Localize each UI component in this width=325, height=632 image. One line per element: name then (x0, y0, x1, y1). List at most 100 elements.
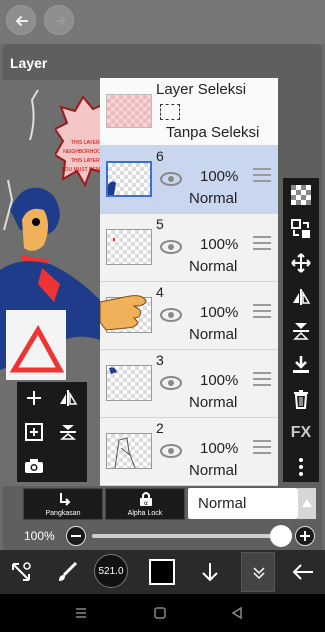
undo-button[interactable] (6, 5, 36, 35)
merge-down-icon (293, 356, 309, 373)
visibility-eye-icon[interactable] (160, 308, 182, 322)
system-navigation-bar (0, 594, 325, 632)
home-icon[interactable] (153, 606, 167, 620)
layer-row-3[interactable]: 3 100% Normal (100, 350, 278, 418)
pointing-hand-graphic (100, 295, 147, 331)
flip-vertical-button[interactable] (283, 314, 319, 348)
duplicate-layer-button[interactable] (17, 416, 51, 448)
flip-horizontal-icon (60, 390, 78, 406)
visibility-eye-icon[interactable] (160, 240, 182, 254)
brush-tool-button[interactable] (52, 556, 82, 588)
alpha-lock-label: Alpha Lock (127, 510, 163, 517)
drag-handle-icon[interactable] (253, 372, 271, 388)
triangle-up-icon (302, 499, 312, 507)
selection-layer-thumbnail (106, 94, 152, 128)
layer-number: 4 (156, 284, 164, 300)
checkerboard-icon (291, 185, 311, 205)
recent-apps-icon[interactable] (74, 606, 88, 620)
flip-layer-button[interactable] (51, 382, 85, 414)
add-layer-button[interactable] (17, 382, 51, 414)
nav-back-icon[interactable] (230, 606, 244, 620)
visibility-eye-icon[interactable] (160, 172, 182, 186)
lock-icon: α (140, 492, 152, 507)
drag-handle-icon[interactable] (253, 304, 271, 320)
opacity-slider-track[interactable] (92, 534, 282, 538)
trash-icon (294, 390, 308, 409)
arrow-down-icon (202, 563, 218, 582)
redo-icon (54, 16, 66, 26)
transfer-icon (291, 219, 310, 238)
flip-vertical-layer-button[interactable] (51, 416, 85, 448)
clipping-label: Pangkasan (45, 510, 81, 517)
layer-opacity: 100% (200, 440, 239, 457)
layer-blend-mode: Normal (189, 462, 238, 479)
flip-horizontal-button[interactable] (283, 280, 319, 314)
blend-mode-value: Normal (198, 495, 247, 512)
opacity-decrease-button[interactable] (66, 526, 86, 546)
clipping-icon (60, 493, 71, 506)
layer-row-6[interactable]: 6 100% Normal (100, 146, 278, 214)
layer-number: 6 (156, 148, 164, 164)
delete-layer-button[interactable] (283, 382, 319, 416)
layer-blend-mode: Normal (189, 258, 238, 275)
layer-row-5[interactable]: 5 100% Normal (100, 214, 278, 282)
panel-title: Layer (10, 55, 48, 71)
collapse-panel-button[interactable] (241, 552, 275, 592)
camera-layer-button[interactable] (17, 450, 51, 482)
drag-handle-icon[interactable] (253, 440, 271, 456)
fx-button[interactable]: FX (283, 416, 319, 450)
add-copy-icon (25, 423, 43, 441)
undo-icon (16, 16, 28, 26)
alpha-lock-button[interactable]: α Alpha Lock (105, 488, 185, 520)
transform-tool-button[interactable] (6, 556, 36, 588)
layer-thumbnail (106, 365, 152, 401)
layer-thumbnail (106, 161, 152, 197)
back-button[interactable] (288, 556, 318, 588)
drag-handle-icon[interactable] (253, 236, 271, 252)
layer-opacity: 100% (200, 168, 239, 185)
clipping-button[interactable]: Pangkasan (23, 488, 103, 520)
selection-layer-title: Layer Seleksi (156, 81, 247, 98)
layer-number: 3 (156, 352, 164, 368)
camera-icon (25, 459, 43, 473)
blend-mode-dropdown-button[interactable] (298, 488, 316, 519)
transform-icon (12, 562, 31, 581)
move-layer-button[interactable] (283, 246, 319, 280)
redo-button[interactable] (44, 5, 74, 35)
selection-layer-row[interactable]: Layer Seleksi Tanpa Seleksi (100, 78, 278, 146)
flip-vertical-icon (293, 323, 309, 340)
brush-icon (59, 561, 78, 581)
color-picker-button[interactable] (149, 559, 175, 585)
visibility-eye-icon[interactable] (160, 376, 182, 390)
left-layer-toolbar (17, 382, 87, 482)
brush-size-value: 521.0 (98, 566, 124, 577)
layer-row-2[interactable]: 2 100% Normal (100, 418, 278, 486)
opacity-slider-knob[interactable] (270, 525, 292, 547)
right-toolbar: FX (283, 178, 319, 482)
blend-mode-select[interactable]: Normal (188, 488, 298, 519)
main-toolbar: 521.0 (0, 550, 325, 594)
layer-opacity: 100% (200, 304, 239, 321)
opacity-slider-row: 100% (0, 524, 325, 548)
minus-icon (71, 535, 81, 537)
layer-blend-mode: Normal (189, 394, 238, 411)
layer-number: 5 (156, 216, 164, 232)
layer-list[interactable]: Layer Seleksi Tanpa Seleksi 6 100% Norma… (100, 78, 278, 486)
more-options-button[interactable] (283, 450, 319, 484)
opacity-increase-button[interactable] (295, 526, 315, 546)
add-checker-layer-button[interactable] (283, 178, 319, 212)
svg-text:α: α (144, 500, 148, 507)
visibility-eye-icon[interactable] (160, 444, 182, 458)
layer-opacity: 100% (200, 236, 239, 253)
scroll-down-button[interactable] (196, 556, 224, 588)
opacity-label: 100% (24, 529, 55, 543)
flip-vertical-icon (59, 425, 77, 440)
layer-number: 2 (156, 420, 164, 436)
transfer-layer-button[interactable] (283, 212, 319, 246)
drag-handle-icon[interactable] (253, 168, 271, 184)
selection-layer-subtitle: Tanpa Seleksi (166, 124, 260, 141)
merge-down-button[interactable] (283, 348, 319, 382)
top-bar (0, 0, 325, 44)
arrow-left-icon (292, 564, 313, 580)
selection-dashed-icon (160, 104, 180, 120)
